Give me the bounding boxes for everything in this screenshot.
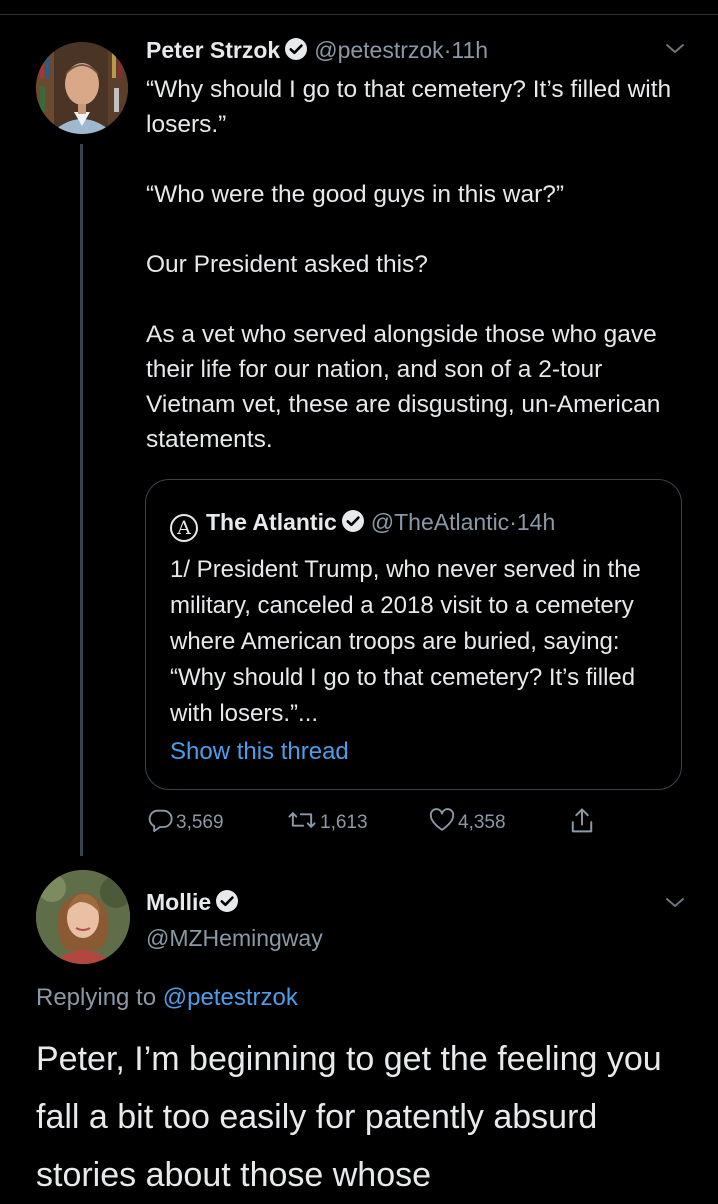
share-icon bbox=[571, 808, 593, 833]
quoted-tweet-card[interactable]: A The Atlantic @TheAtlantic·14h 1/ Preside… bbox=[145, 479, 682, 790]
verified-badge-icon bbox=[215, 889, 239, 919]
quote-text: 1/ President Trump, who never served in … bbox=[170, 556, 641, 727]
avatar-mollie[interactable] bbox=[36, 870, 130, 964]
tweet-paragraph: As a vet who served alongside those who … bbox=[146, 321, 661, 453]
quote-author-name: The Atlantic bbox=[206, 509, 337, 535]
quote-author-handle: @TheAtlantic bbox=[370, 509, 510, 535]
replying-to-label: Replying to bbox=[36, 984, 157, 1011]
like-button[interactable]: 4,358 bbox=[428, 806, 506, 836]
tweet-time[interactable]: 11h bbox=[451, 37, 488, 63]
avatar-peter-strzok[interactable] bbox=[36, 42, 128, 134]
share-button[interactable] bbox=[568, 806, 598, 836]
verified-badge-icon bbox=[284, 37, 308, 67]
reply-author: Mollie bbox=[146, 888, 239, 919]
author-handle[interactable]: @petestrzok bbox=[314, 37, 443, 63]
tweet-paragraph: “Who were the good guys in this war?” bbox=[146, 181, 565, 208]
avatar-photo-icon bbox=[36, 42, 128, 134]
reply-author-name[interactable]: Mollie bbox=[146, 889, 211, 915]
like-count: 4,358 bbox=[458, 812, 506, 833]
verified-badge-icon bbox=[341, 509, 365, 539]
reply-text: Peter, I’m beginning to get the feeling … bbox=[36, 1040, 662, 1194]
avatar-photo-icon bbox=[36, 870, 130, 964]
reply-button[interactable]: 3,569 bbox=[146, 806, 224, 836]
reply-count: 3,569 bbox=[176, 812, 224, 833]
retweet-icon bbox=[288, 812, 316, 828]
chevron-down-icon[interactable] bbox=[664, 42, 686, 56]
quote-header: A The Atlantic @TheAtlantic·14h bbox=[170, 508, 555, 542]
chevron-down-icon[interactable] bbox=[664, 896, 686, 910]
top-divider bbox=[0, 14, 718, 15]
show-thread-link[interactable]: Show this thread bbox=[170, 736, 349, 768]
tweet-paragraph: “Why should I go to that cemetery? It’s … bbox=[146, 76, 672, 138]
the-atlantic-logo-icon: A bbox=[170, 514, 198, 542]
heart-icon bbox=[429, 808, 455, 831]
quote-time: 14h bbox=[516, 509, 556, 535]
author-name[interactable]: Peter Strzok bbox=[146, 37, 280, 63]
tweet-text: “Why should I go to that cemetery? It’s … bbox=[146, 72, 686, 457]
replying-to-mention[interactable]: @petestrzok bbox=[163, 984, 298, 1011]
separator-dot: · bbox=[509, 509, 517, 535]
thread-connector-line bbox=[80, 144, 83, 856]
replying-to-line: Replying to @petestrzok bbox=[36, 982, 298, 1014]
retweet-button[interactable]: 1,613 bbox=[286, 806, 368, 836]
tweet-paragraph: Our President asked this? bbox=[146, 251, 428, 278]
reply-icon bbox=[148, 809, 173, 833]
retweet-count: 1,613 bbox=[320, 812, 368, 833]
reply-author-handle[interactable]: @MZHemingway bbox=[146, 924, 323, 952]
tweet-header: Peter Strzok @petestrzok·11h bbox=[146, 36, 488, 67]
